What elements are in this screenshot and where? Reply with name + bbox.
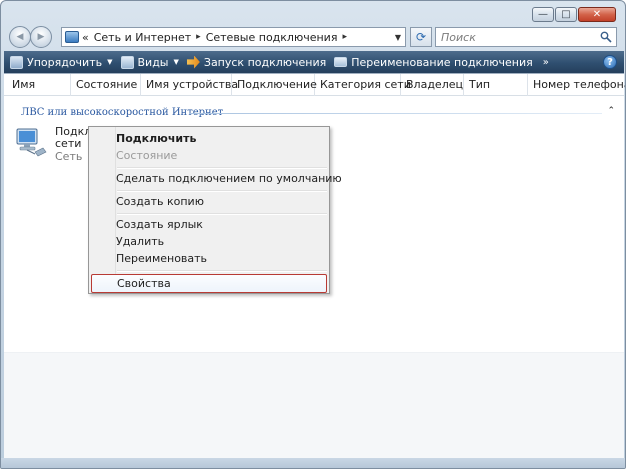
breadcrumb-separator[interactable]: ▸ [196, 32, 201, 42]
caption-buttons: — □ ✕ [532, 7, 616, 22]
address-bar[interactable]: « Сеть и Интернет ▸ Сетевые подключения … [61, 27, 406, 47]
rename-connection-label: Переименование подключения [351, 55, 533, 69]
collapse-icon[interactable]: ⌃ [607, 106, 615, 116]
menu-item-delete[interactable]: Удалить [91, 233, 327, 250]
forward-arrow-icon: ▶ [37, 32, 45, 42]
views-button[interactable]: Виды ▼ [120, 55, 179, 69]
menu-separator [117, 167, 327, 169]
address-overflow[interactable]: « [82, 31, 89, 44]
back-button[interactable]: ◀ [9, 26, 31, 48]
close-button[interactable]: ✕ [578, 7, 616, 22]
menu-separator [117, 270, 327, 272]
column-header-name[interactable]: Имя [7, 74, 71, 96]
refresh-icon: ⟳ [415, 30, 427, 44]
column-header-owner[interactable]: Владелец [401, 74, 464, 96]
network-connection-icon[interactable] [13, 126, 49, 162]
menu-item-rename[interactable]: Переименовать [91, 250, 327, 267]
arrow-right-icon [186, 55, 200, 69]
context-menu: Подключить Состояние Сделать подключение… [88, 126, 342, 294]
refresh-button[interactable]: ⟳ [410, 27, 432, 47]
launch-connection-button[interactable]: Запуск подключения [186, 55, 327, 69]
search-box[interactable]: Поиск [435, 27, 617, 47]
menu-separator [117, 213, 327, 215]
maximize-icon: □ [561, 9, 571, 20]
column-headers: Имя Состояние Имя устройства Подключение… [4, 74, 625, 96]
menu-item-connect[interactable]: Подключить [91, 130, 327, 147]
launch-connection-label: Запуск подключения [203, 55, 327, 69]
empty-space [4, 352, 624, 461]
search-input[interactable]: Поиск [441, 31, 476, 44]
column-header-phone-number[interactable]: Номер телефона... [528, 74, 625, 96]
menu-item-create-shortcut[interactable]: Создать ярлык [91, 216, 327, 233]
command-bar: Упорядочить ▼ Виды ▼ Запуск подключения … [4, 51, 624, 73]
rename-connection-button[interactable]: Переименование подключения [334, 55, 533, 69]
search-icon[interactable] [600, 31, 612, 43]
menu-item-status: Состояние [116, 149, 178, 162]
menu-separator [117, 190, 327, 192]
forward-button[interactable]: ▶ [30, 26, 52, 48]
menu-item-properties[interactable]: Свойства [91, 274, 327, 293]
control-panel-icon [65, 31, 79, 43]
chevron-down-icon: ▼ [173, 58, 179, 66]
help-icon[interactable]: ? [603, 55, 617, 69]
views-label: Виды [137, 55, 169, 69]
breadcrumb-separator[interactable]: ▸ [342, 32, 347, 42]
views-icon [120, 55, 134, 69]
menu-item-set-default[interactable]: Сделать подключением по умолчанию [91, 170, 342, 187]
more-commands-button[interactable]: » [541, 57, 549, 68]
minimize-icon: — [538, 9, 548, 20]
chevron-double-right-icon: » [542, 56, 549, 68]
chevron-down-icon[interactable]: ▼ [391, 28, 405, 46]
maximize-button[interactable]: □ [555, 7, 577, 22]
rename-icon [334, 57, 348, 67]
chevron-down-icon: ▼ [107, 58, 113, 66]
column-header-device-name[interactable]: Имя устройства [141, 74, 238, 96]
menu-item-create-copy[interactable]: Создать копию [91, 193, 327, 210]
column-header-status[interactable]: Состояние [71, 74, 141, 96]
close-icon: ✕ [592, 9, 602, 20]
organize-button[interactable]: Упорядочить ▼ [10, 55, 113, 69]
navigation-row: ◀ ▶ « Сеть и Интернет ▸ Сетевые подключе… [1, 25, 625, 51]
column-header-type[interactable]: Тип [464, 74, 528, 96]
column-header-network-category[interactable]: Категория сети [315, 74, 411, 96]
minimize-button[interactable]: — [532, 7, 554, 22]
connection-network-label: Сеть [55, 150, 83, 163]
breadcrumb-network-internet[interactable]: Сеть и Интернет [94, 31, 191, 44]
organize-label: Упорядочить [27, 55, 103, 69]
column-header-connection[interactable]: Подключение [232, 74, 317, 96]
breadcrumb-network-connections[interactable]: Сетевые подключения [206, 31, 338, 44]
group-divider [189, 113, 602, 114]
organize-icon [10, 55, 23, 69]
window-bottom-border [1, 458, 625, 468]
back-arrow-icon: ◀ [16, 32, 24, 42]
